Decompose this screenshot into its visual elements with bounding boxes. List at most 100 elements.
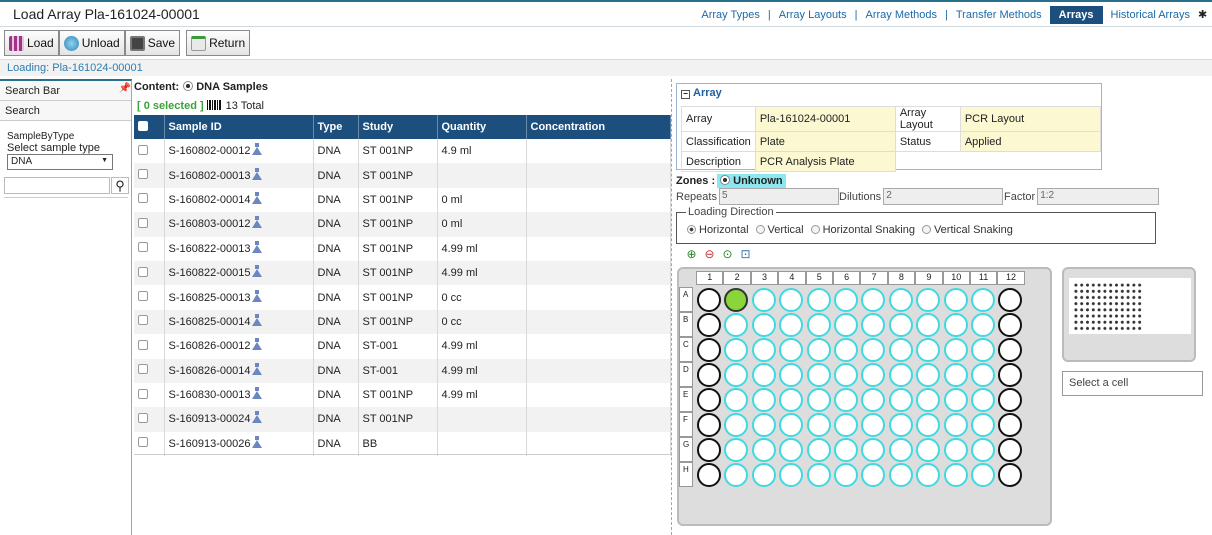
well-H5[interactable] [806,463,831,487]
well-H9[interactable] [916,463,941,487]
well-G7[interactable] [861,438,886,462]
table-row[interactable]: S-160830-00013 DNA ST 001NP 4.99 ml [134,382,671,408]
well-B12[interactable] [998,313,1023,337]
well-G9[interactable] [916,438,941,462]
sample-id-cell[interactable]: S-160826-00012 [164,334,314,359]
well-G1[interactable] [697,438,721,462]
row-checkbox[interactable] [138,412,148,423]
well-A9[interactable] [916,288,941,312]
nav-arrays[interactable]: Arrays [1049,5,1103,24]
well-D4[interactable] [779,363,804,387]
flask-icon[interactable] [251,143,263,156]
well-H12[interactable] [998,463,1023,487]
well-H10[interactable] [943,463,968,487]
well-B4[interactable] [779,313,804,337]
well-F1[interactable] [697,413,721,437]
well-E1[interactable] [697,388,721,412]
well-H4[interactable] [779,463,804,487]
sample-id-cell[interactable]: S-160826-00014 [164,358,314,383]
well-C5[interactable] [806,338,831,362]
zoom-reset-icon[interactable]: ⊙ [720,247,735,262]
table-row[interactable]: S-160822-00015 DNA ST 001NP 4.99 ml [134,260,671,286]
well-G12[interactable] [998,438,1023,462]
direction-radio[interactable] [921,225,931,234]
well-E2[interactable] [724,388,749,412]
well-A10[interactable] [943,288,968,312]
table-row[interactable]: S-160822-00013 DNA ST 001NP 4.99 ml [134,236,671,261]
flask-icon[interactable] [251,167,263,180]
table-row[interactable]: S-160913-00024 DNA ST 001NP [134,407,671,432]
row-checkbox[interactable] [138,291,148,302]
well-C11[interactable] [971,338,995,362]
flask-icon[interactable] [251,435,263,448]
well-F10[interactable] [943,413,968,437]
table-row[interactable]: S-160802-00012 DNA ST 001NP 4.9 ml [134,139,671,164]
flask-icon[interactable] [251,362,263,375]
sample-id-cell[interactable]: S-160822-00013 [164,236,314,261]
sample-id-cell[interactable]: S-160803-00012 [164,212,314,237]
well-G3[interactable] [751,438,776,462]
sample-type-select[interactable]: DNA [7,154,113,170]
direction-option[interactable]: Horizontal [687,224,749,236]
flask-icon[interactable] [251,313,263,326]
sample-id-cell[interactable]: S-160802-00013 [164,163,314,188]
row-checkbox[interactable] [138,217,148,228]
zone-radio[interactable] [720,175,731,185]
well-C9[interactable] [916,338,941,362]
well-A2[interactable] [724,288,749,312]
well-D2[interactable] [724,363,749,387]
well-A5[interactable] [806,288,831,312]
table-row[interactable]: S-160913-00026 DNA BB [134,431,671,457]
flask-icon[interactable] [251,411,263,424]
well-G4[interactable] [779,438,804,462]
well-A7[interactable] [861,288,886,312]
well-B11[interactable] [971,313,995,337]
plate-thumbnail[interactable] [1062,267,1196,362]
table-row[interactable]: S-160825-00014 DNA ST 001NP 0 cc [134,309,671,335]
well-C7[interactable] [861,338,886,362]
row-checkbox[interactable] [138,266,148,277]
well-E8[interactable] [888,388,913,412]
well-C8[interactable] [888,338,913,362]
well-C12[interactable] [998,338,1023,362]
well-E10[interactable] [943,388,968,412]
search-input[interactable] [4,177,110,194]
content-radio[interactable] [183,81,194,91]
flask-icon[interactable] [251,216,263,229]
pin-icon[interactable]: 📌 [119,83,131,94]
well-G5[interactable] [806,438,831,462]
well-D3[interactable] [751,363,776,387]
row-checkbox[interactable] [138,339,148,350]
well-D6[interactable] [834,363,858,387]
well-F5[interactable] [806,413,831,437]
well-E11[interactable] [971,388,995,412]
col-concentration[interactable]: Concentration [526,115,671,139]
row-checkbox[interactable] [138,315,148,326]
zoom-in-icon[interactable]: ⊕ [684,247,699,262]
nav-transfer-methods[interactable]: Transfer Methods [948,9,1050,21]
sample-id-cell[interactable]: S-160913-00024 [164,407,314,432]
search-icon[interactable]: ⚲ [111,177,129,194]
well-A12[interactable] [998,288,1023,312]
direction-option[interactable]: Vertical Snaking [921,224,1013,236]
panel-splitter[interactable] [671,79,672,535]
nav-array-methods[interactable]: Array Methods [857,9,945,21]
zoom-out-icon[interactable]: ⊖ [702,247,717,262]
well-H3[interactable] [751,463,776,487]
well-B6[interactable] [834,313,858,337]
array-header[interactable]: − Array [677,84,749,103]
well-H1[interactable] [697,463,721,487]
search-link[interactable]: Search [0,101,131,121]
well-B8[interactable] [888,313,913,337]
well-F9[interactable] [916,413,941,437]
row-checkbox[interactable] [138,388,148,399]
direction-radio[interactable] [755,225,765,234]
well-E12[interactable] [998,388,1023,412]
well-D11[interactable] [971,363,995,387]
well-E3[interactable] [751,388,776,412]
flask-icon[interactable] [251,265,263,278]
dilutions-input[interactable]: 2 [883,188,1004,205]
well-A11[interactable] [971,288,995,312]
row-checkbox[interactable] [138,242,148,253]
well-B5[interactable] [806,313,831,337]
